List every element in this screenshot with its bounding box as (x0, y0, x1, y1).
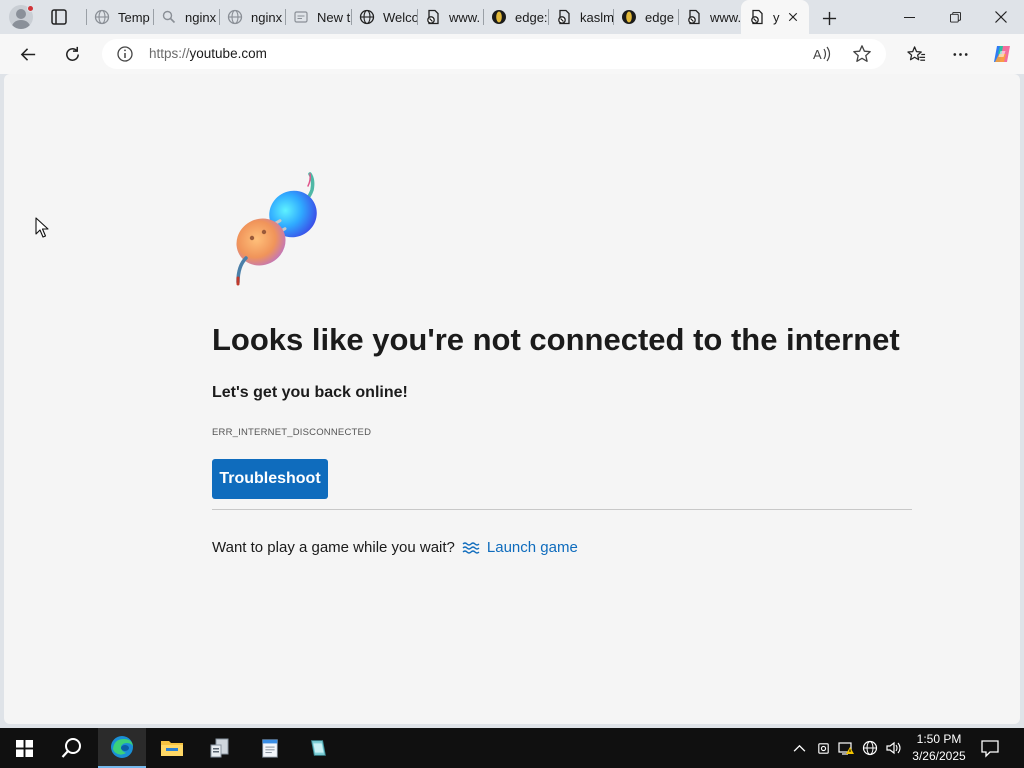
globe-network-tray-icon[interactable] (861, 739, 879, 757)
page-error-icon (425, 9, 441, 25)
close-window-button[interactable] (978, 0, 1024, 34)
divider (212, 509, 912, 510)
browser-toolbar: https://youtube.com A (0, 34, 1024, 74)
game-prompt-text: Want to play a game while you wait? (212, 539, 455, 556)
tab[interactable]: edge (613, 4, 678, 30)
mouse-pointer-icon (35, 217, 49, 238)
tab-title: nginx (251, 9, 283, 25)
volume-tray-icon[interactable] (884, 739, 902, 757)
tab[interactable]: Temp (86, 4, 153, 30)
tab[interactable]: Welco (351, 4, 417, 30)
camera-tray-icon[interactable] (814, 739, 832, 757)
tab[interactable]: New t (285, 4, 351, 30)
launch-game-link[interactable]: Launch game (487, 539, 578, 556)
tab[interactable]: edge: (483, 4, 548, 30)
notepad-icon (262, 739, 278, 758)
taskbar-app-button[interactable] (294, 728, 342, 768)
favorites-button[interactable] (902, 40, 930, 68)
back-button[interactable] (14, 40, 42, 68)
page-error-icon (686, 9, 702, 25)
tab-title: y (773, 9, 780, 25)
edge-dev-icon (621, 9, 637, 25)
game-prompt-row: Want to play a game while you wait? Laun… (212, 539, 578, 556)
tab-title: www. (449, 9, 481, 25)
server-manager-icon (210, 738, 229, 758)
tab-active[interactable]: y (741, 0, 809, 34)
tab-title: edge (645, 9, 674, 25)
surf-waves-icon[interactable] (462, 541, 480, 555)
taskbar-search-button[interactable] (48, 728, 96, 768)
taskbar-clock[interactable]: 1:50 PM 3/26/2025 (906, 731, 972, 765)
add-favorite-star-icon[interactable] (852, 44, 872, 64)
application-icon (311, 740, 326, 756)
restore-button[interactable] (932, 0, 978, 34)
close-icon (995, 11, 1007, 23)
action-center-notification-icon[interactable] (980, 738, 1000, 758)
edge-browser-icon (111, 736, 133, 758)
read-aloud-icon[interactable]: A (812, 45, 832, 63)
close-tab-icon[interactable] (785, 9, 801, 25)
profile-notification-dot (27, 5, 34, 12)
more-dots-icon (952, 52, 968, 56)
tab[interactable]: nginx (153, 4, 219, 30)
tab-title: edge: (515, 9, 548, 25)
plus-icon (822, 11, 836, 25)
search-icon (61, 738, 81, 758)
taskbar-file-explorer-button[interactable] (148, 728, 196, 768)
copilot-button[interactable] (988, 40, 1016, 68)
globe-icon (359, 9, 375, 25)
page-error-icon (556, 9, 572, 25)
start-button[interactable] (0, 728, 48, 768)
taskbar-notepad-button[interactable] (246, 728, 294, 768)
windows-taskbar: 1:50 PM 3/26/2025 (0, 728, 1024, 768)
clock-time: 1:50 PM (916, 732, 962, 746)
clock-date: 3/26/2025 (912, 749, 966, 763)
taskbar-server-manager-button[interactable] (196, 728, 244, 768)
restore-icon (949, 11, 961, 23)
tab[interactable]: www. (678, 4, 741, 30)
error-code: ERR_INTERNET_DISCONNECTED (212, 427, 372, 438)
favorites-icon (906, 45, 925, 61)
disconnected-plug-icon (236, 172, 317, 286)
tab-title: New t (317, 9, 351, 25)
tab-title: Welco (383, 9, 417, 25)
folder-icon (161, 741, 183, 756)
copilot-icon (994, 46, 1010, 62)
settings-more-button[interactable] (946, 40, 974, 68)
globe-icon (227, 9, 243, 25)
tab-title: nginx (185, 9, 217, 25)
tab[interactable]: www. (417, 4, 483, 30)
site-info-icon[interactable] (116, 45, 134, 63)
tab-actions-icon[interactable] (50, 8, 68, 26)
address-bar[interactable]: https://youtube.com A (102, 39, 886, 69)
minimize-button[interactable] (886, 0, 932, 34)
tab-title: kaslm (580, 9, 613, 25)
tab[interactable]: nginx (219, 4, 285, 30)
tab-title: Temp (118, 9, 150, 25)
refresh-icon (65, 46, 79, 61)
title-bar: Temp nginx nginx New t Welco www. edge: … (0, 0, 1024, 34)
page-error-icon (749, 9, 765, 25)
troubleshoot-button[interactable]: Troubleshoot (212, 459, 328, 499)
network-warning-tray-icon[interactable] (837, 739, 855, 757)
error-page (4, 74, 1020, 724)
back-arrow-icon (20, 47, 35, 61)
globe-icon (94, 9, 110, 25)
taskbar-edge-button[interactable] (98, 728, 146, 768)
search-icon (161, 9, 177, 25)
tab-title: www. (710, 9, 741, 25)
edge-dev-icon (491, 9, 507, 25)
page-title: Looks like you're not connected to the i… (212, 322, 900, 357)
new-tab-button[interactable] (818, 7, 840, 29)
minimize-icon (903, 16, 915, 18)
newtab-icon (293, 9, 309, 25)
tab[interactable]: kaslm (548, 4, 613, 30)
windows-logo-icon (15, 739, 33, 757)
show-hidden-icons-chevron-icon[interactable] (790, 739, 808, 757)
url-text[interactable]: https://youtube.com (149, 46, 267, 61)
refresh-button[interactable] (58, 40, 86, 68)
svg-text:A: A (813, 47, 822, 62)
page-subtitle: Let's get you back online! (212, 384, 408, 401)
